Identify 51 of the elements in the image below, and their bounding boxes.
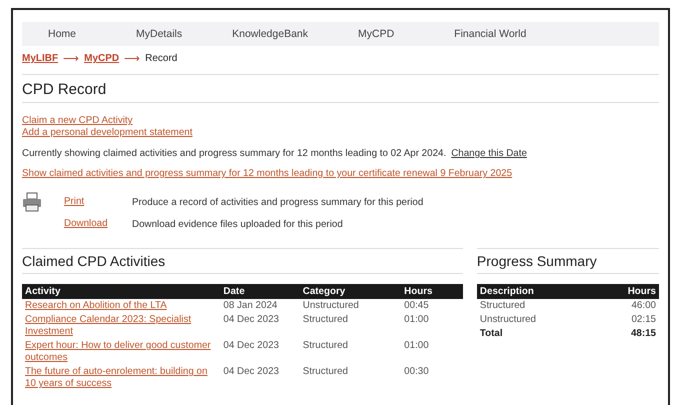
export-link[interactable]: Download xyxy=(64,218,108,230)
page-title: CPD Record xyxy=(22,81,659,103)
printer-icon xyxy=(22,192,42,212)
table-cell-text: Structured xyxy=(302,365,349,379)
nav-link[interactable]: KnowledgeBank xyxy=(232,28,308,40)
table-cell-text: 04 Dec 2023 xyxy=(222,365,280,379)
table-cell-text: 48:15 xyxy=(630,327,657,341)
activity-link[interactable]: The future of auto-enrolement: building on 10 years of success xyxy=(25,366,218,390)
table-cell-text: Total xyxy=(478,327,504,341)
column-header: Description xyxy=(476,284,594,299)
column-header: Date xyxy=(220,284,300,299)
nav-link[interactable]: MyCPD xyxy=(358,28,394,40)
breadcrumb-link[interactable]: MyLIBF xyxy=(22,53,58,64)
activity-link[interactable]: Compliance Calendar 2023: Specialist Investment xyxy=(25,314,218,338)
activity-link[interactable]: Expert hour: How to deliver good customer outcomes xyxy=(25,340,218,364)
export-description: Download evidence files uploaded for this period xyxy=(132,218,344,230)
action-link[interactable]: Add a personal development statement xyxy=(22,127,192,139)
breadcrumb-link[interactable]: MyCPD xyxy=(84,53,120,64)
nav-link[interactable]: Home xyxy=(48,28,76,40)
table-cell: 00:45 xyxy=(401,299,463,313)
export-link[interactable]: Print xyxy=(64,196,84,208)
table-cell-text: 02:15 xyxy=(630,313,657,327)
section-title: Progress Summary xyxy=(476,253,659,274)
column-header: Activity xyxy=(22,284,220,299)
section-title: Claimed CPD Activities xyxy=(22,253,463,274)
table-cell-text: 01:00 xyxy=(403,313,430,327)
table-cell: Structured xyxy=(476,299,594,313)
nav-link[interactable]: Financial World xyxy=(454,28,526,40)
table-cell-text: 00:30 xyxy=(403,365,430,379)
column-header: Hours xyxy=(401,284,463,299)
renewal-link[interactable]: Show claimed activities and progress summary for 12 months leading to your certificate renewal 9 February 2025 xyxy=(22,168,512,180)
column-header: Category xyxy=(300,284,402,299)
table-cell-text: Structured xyxy=(302,313,349,327)
arrow-icon: ⟶ xyxy=(63,52,80,65)
table-cell-text: Structured xyxy=(302,339,349,353)
change-date-link[interactable]: Change this Date xyxy=(451,148,527,159)
table-cell-text: 04 Dec 2023 xyxy=(222,313,280,327)
table-cell-text: 04 Dec 2023 xyxy=(222,339,280,353)
table-cell-text: Unstructured xyxy=(478,313,538,327)
arrow-icon: ⟶ xyxy=(124,52,140,65)
table-cell: Unstructured xyxy=(300,299,402,313)
column-header: Hours xyxy=(594,284,659,299)
period-text: Currently showing claimed activities and progress summary for 12 months leading to 02 Apr 2024. xyxy=(22,148,446,159)
breadcrumb-current: Record xyxy=(145,53,178,64)
activity-link[interactable]: Research on Abolition of the LTA xyxy=(25,300,218,312)
table-cell-text: 01:00 xyxy=(403,339,430,353)
table-cell: 46:00 xyxy=(594,299,659,313)
action-link[interactable]: Claim a new CPD Activity xyxy=(22,115,133,127)
table-cell: 08 Jan 2024 xyxy=(220,299,300,313)
export-description: Produce a record of activities and progress summary for this period xyxy=(132,196,424,208)
nav-link[interactable]: MyDetails xyxy=(136,28,182,40)
